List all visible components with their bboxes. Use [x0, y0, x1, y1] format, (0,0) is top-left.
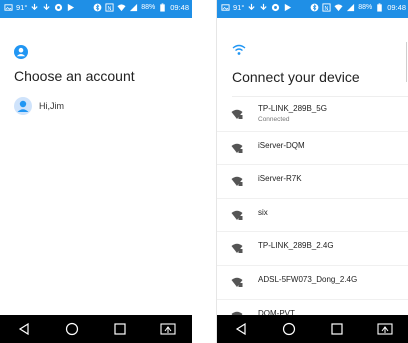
screen-mirror-icon [377, 323, 393, 335]
recents-icon [331, 323, 343, 335]
recents-icon [114, 323, 126, 335]
image-notification-icon [4, 4, 13, 11]
download-icon [248, 3, 255, 11]
bluetooth-icon [93, 3, 102, 12]
svg-text:N: N [108, 6, 112, 12]
nfc-icon: N [322, 3, 331, 12]
account-item[interactable]: Hi,Jim [14, 97, 64, 115]
signal-icon [130, 3, 138, 12]
network-ssid: six [258, 207, 268, 217]
account-name: Hi,Jim [39, 101, 64, 111]
wifi-locked-icon [231, 109, 243, 119]
home-button[interactable] [277, 317, 301, 341]
wifi-icon [117, 4, 126, 12]
network-ssid: iServer-DQM [258, 140, 305, 150]
play-store-icon [285, 3, 292, 12]
temperature-text: 91° [233, 3, 245, 12]
recents-button[interactable] [325, 317, 349, 341]
wifi-locked-icon [231, 210, 243, 220]
scrollbar[interactable] [405, 42, 407, 82]
home-icon [65, 322, 79, 336]
recents-button[interactable] [108, 317, 132, 341]
download-icon [260, 3, 267, 11]
back-button[interactable] [12, 317, 36, 341]
battery-percent: 88% [141, 4, 156, 11]
back-button[interactable] [229, 317, 253, 341]
network-ssid: iServer-R7K [258, 174, 302, 184]
divider [232, 96, 408, 97]
battery-percent: 88% [358, 4, 373, 11]
account-chooser-screen: 91° N 88% 09:48 Choose an account Hi,Jim [0, 0, 192, 343]
chrome-icon [272, 3, 280, 12]
network-item[interactable]: iServer-DQM [217, 132, 408, 166]
download-icon [31, 3, 38, 11]
network-list: TP-LINK_289B_5G Connected iServer-DQM iS… [217, 98, 408, 334]
nfc-icon: N [105, 3, 114, 12]
navigation-bar [217, 315, 408, 343]
wifi-locked-icon [231, 277, 243, 287]
wifi-locked-icon [231, 176, 243, 187]
navigation-bar [0, 315, 192, 343]
network-status: Connected [258, 116, 290, 123]
account-circle-icon [14, 45, 28, 59]
network-ssid: TP-LINK_289B_5G [258, 104, 327, 113]
page-title: Choose an account [14, 68, 135, 84]
play-store-icon [68, 3, 75, 12]
home-icon [282, 322, 296, 336]
screen-mirror-icon [160, 323, 176, 335]
clock: 09:48 [170, 3, 189, 12]
temperature-text: 91° [16, 3, 28, 12]
status-bar: 91° N 88% 09:48 [217, 0, 408, 18]
screen-mirror-button[interactable] [373, 317, 397, 341]
network-item[interactable]: ADSL-5FW073_Dong_2.4G [217, 266, 408, 300]
signal-icon [347, 3, 355, 12]
network-ssid: TP-LINK_289B_2.4G [258, 241, 334, 251]
wifi-locked-icon [231, 244, 243, 254]
network-item[interactable]: six [217, 199, 408, 233]
wifi-locked-icon [231, 143, 243, 153]
home-button[interactable] [60, 317, 84, 341]
avatar-icon [14, 97, 32, 115]
network-item[interactable]: iServer-R7K [217, 165, 408, 199]
battery-icon [160, 3, 165, 12]
screen-mirror-button[interactable] [156, 317, 180, 341]
page-title: Connect your device [232, 69, 360, 85]
wifi-icon [232, 44, 246, 55]
image-notification-icon [221, 4, 230, 11]
back-icon [18, 322, 29, 336]
back-icon [235, 322, 246, 336]
network-ssid: ADSL-5FW073_Dong_2.4G [258, 274, 358, 284]
download-icon [43, 3, 50, 11]
network-item[interactable]: TP-LINK_289B_2.4G [217, 232, 408, 266]
clock: 09:48 [387, 3, 406, 12]
wifi-connect-screen: 91° N 88% 09:48 Connect your device TP-L… [216, 0, 408, 343]
bluetooth-icon [310, 3, 319, 12]
wifi-icon [334, 4, 343, 12]
chrome-icon [55, 3, 63, 12]
svg-text:N: N [325, 6, 329, 12]
battery-icon [377, 3, 382, 12]
network-item[interactable]: TP-LINK_289B_5G Connected [217, 98, 408, 132]
status-bar: 91° N 88% 09:48 [0, 0, 192, 18]
